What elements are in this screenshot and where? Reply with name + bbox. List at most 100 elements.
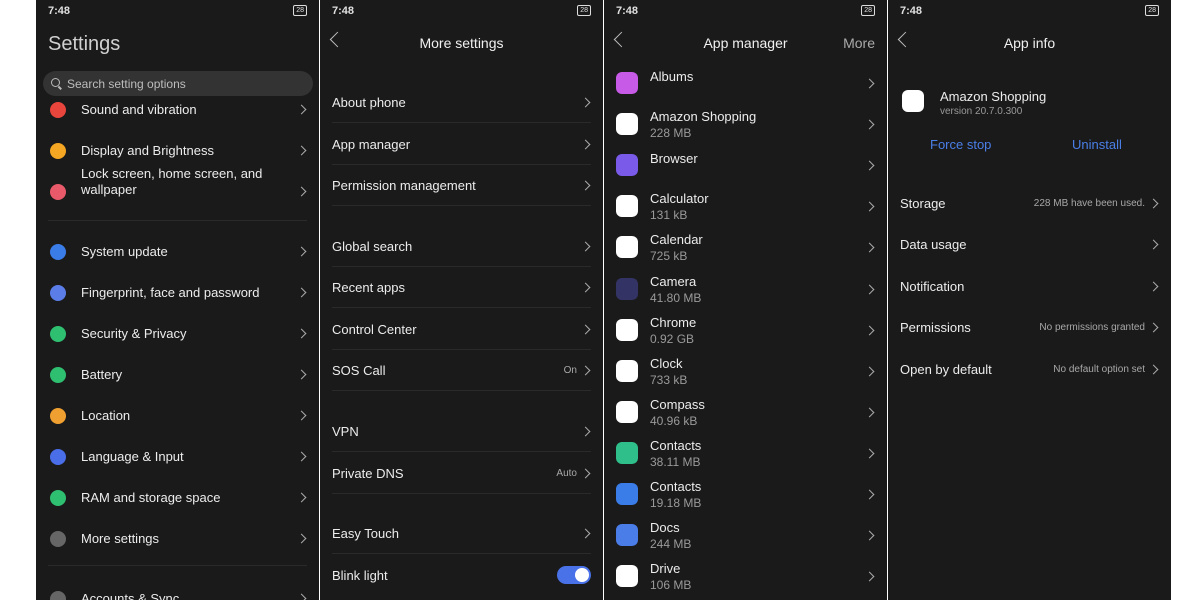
uninstall-button[interactable]: Uninstall [1072,137,1122,152]
more-settings-item[interactable]: Easy Touch [320,512,603,553]
settings-item-label: Sound and vibration [81,102,197,117]
settings-item[interactable]: Accounts & Sync [36,578,319,600]
app-name: Docs [650,520,680,536]
more-settings-item-label: Control Center [332,322,417,337]
app-list-item[interactable]: Contacts 38.11 MB [604,432,887,473]
app-list-item[interactable]: Calendar 725 kB [604,226,887,267]
more-settings-item[interactable]: Control Center [320,308,603,349]
status-time: 7:48 [48,5,71,17]
app-info-item-label: Permissions [900,320,971,335]
settings-item[interactable]: Fingerprint, face and password [36,272,319,313]
battery-indicator: 28 [861,5,875,16]
settings-item[interactable]: Security & Privacy [36,313,319,354]
chevron-right-icon [1148,322,1159,333]
app-info-item-label: Data usage [900,237,967,252]
settings-item[interactable]: System update [36,231,319,272]
more-settings-item-label: VPN [332,424,359,439]
more-settings-item-label: Permission management [332,178,476,193]
settings-item-label: Display and Brightness [81,143,214,158]
more-settings-item-label: Blink light [332,568,388,583]
app-name: Calendar [650,232,703,248]
search-icon [51,78,60,87]
chevron-right-icon [864,407,875,418]
app-icon [616,236,638,259]
battery-indicator: 28 [577,5,591,16]
app-info-item[interactable]: Permissions No permissions granted [888,307,1171,348]
settings-item[interactable]: RAM and storage space [36,477,319,518]
app-list-item[interactable]: Calculator 131 kB [604,185,887,226]
app-list-item[interactable]: Clock 733 kB [604,350,887,391]
settings-item[interactable]: Sound and vibration [36,89,319,130]
divider [332,493,591,494]
app-info-item[interactable]: Storage 228 MB have been used. [888,183,1171,224]
more-settings-item-label: Recent apps [332,280,405,295]
force-stop-button[interactable]: Force stop [930,137,991,152]
chevron-right-icon [864,366,875,377]
settings-item[interactable]: Display and Brightness [36,130,319,171]
app-name: Albums [650,69,694,84]
app-list-item[interactable]: Browser [604,144,887,185]
app-list-item[interactable]: Albums [604,62,887,103]
chevron-right-icon [580,180,591,191]
app-name: Compass [650,396,705,412]
app-name: Browser [650,151,698,167]
app-list-item[interactable]: Drive 106 MB [604,555,887,596]
more-settings-item[interactable]: Global search [320,225,603,266]
settings-item[interactable]: Language & Input [36,436,319,477]
blink-light-toggle[interactable] [557,566,591,584]
divider [48,565,307,566]
app-list-item[interactable]: Compass 40.96 kB [604,391,887,432]
chevron-right-icon [296,593,307,600]
app-size: 725 kB [650,249,688,264]
app-size: 40.96 kB [650,413,698,428]
app-size: 41.80 MB [650,290,702,305]
app-icon [616,483,638,505]
more-settings-item[interactable]: App manager [320,123,603,164]
more-settings-screen: 7:48 28 More settings About phone App man… [320,0,603,600]
settings-item[interactable]: Lock screen, home screen, and wallpaper [36,166,319,212]
chevron-right-icon [864,530,875,541]
app-info-item[interactable]: Open by default No default option set [888,349,1171,390]
more-settings-item[interactable]: About phone [320,81,603,122]
gear-icon [50,531,66,547]
app-list-item[interactable]: Contacts 19.18 MB [604,473,887,514]
settings-item-label: More settings [81,531,160,546]
item-value: Auto [556,468,577,479]
app-info-item-label: Storage [900,196,946,211]
app-icon [616,359,638,382]
app-list-item[interactable]: Camera 41.80 MB [604,268,887,309]
app-list-item[interactable]: Chrome 0.92 GB [604,309,887,350]
app-list-item[interactable]: Docs 244 MB [604,514,887,555]
chevron-right-icon [864,119,875,130]
settings-screen: 7:48 28 Settings Search setting options … [36,0,319,600]
app-name: Calculator [650,191,709,207]
chevron-right-icon [296,145,307,156]
app-info-item[interactable]: Notification [888,266,1171,307]
more-button[interactable]: More [843,35,875,51]
update-icon [50,244,66,260]
chevron-right-icon [296,186,307,197]
more-settings-item[interactable]: Private DNS Auto [320,452,603,493]
chevron-right-icon [296,104,307,115]
settings-item[interactable]: Location [36,395,319,436]
app-name: Camera [650,273,697,289]
app-list-item[interactable]: Amazon Shopping 228 MB [604,103,887,144]
more-settings-item[interactable]: Blink light [320,554,603,595]
more-settings-item-label: App manager [332,137,411,152]
app-name: Clock [650,355,683,371]
more-settings-item[interactable]: Recent apps [320,266,603,307]
app-size: 106 MB [650,578,692,593]
item-value: On [563,365,577,376]
more-settings-item[interactable]: Permission management [320,164,603,205]
settings-item[interactable]: More settings [36,518,319,559]
app-name: Drive [650,561,681,577]
more-settings-item[interactable]: SOS Call On [320,349,603,390]
app-version: version 20.7.0.300 [940,106,1023,117]
app-size: 19.18 MB [650,496,702,510]
settings-item[interactable]: Battery [36,354,319,395]
app-icon [616,400,638,423]
more-settings-item[interactable]: VPN [320,410,603,451]
status-bar: 7:48 28 [888,0,1171,22]
app-info-item[interactable]: Data usage [888,224,1171,265]
more-settings-item-label: Global search [332,239,413,254]
